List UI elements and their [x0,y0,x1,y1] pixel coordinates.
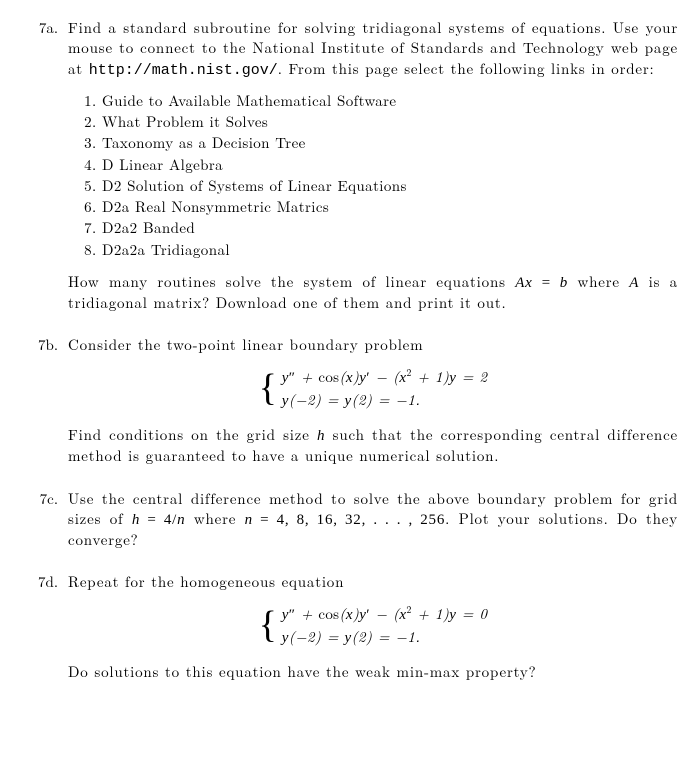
problem-body-7a: Find a standard subroutine for solving t… [68,18,678,323]
sys-lines-b: y″ + cos(x)y′ − (x2 + 1)y = 2 y(−2) = y(… [282,366,488,412]
p7a-math-axb: Ax = b [515,275,568,291]
p7a-intro: Find a standard subroutine for solving t… [68,18,678,81]
link-item-3: Taxonomy as a Decision Tree [102,133,678,153]
problem-label-7a: 7a. [22,18,68,323]
problem-label-7c: 7c. [22,489,68,561]
link-item-1: Guide to Available Mathematical Software [102,91,678,111]
sys-lines-d: y″ + cos(x)y′ − (x2 + 1)y = 0 y(−2) = y(… [282,603,488,649]
link-item-7: D2a2 Banded [102,218,678,238]
p7b-question: Find conditions on the grid size h such … [68,425,678,467]
p7b-eq1: y″ + cos(x)y′ − (x2 + 1)y = 2 [282,366,488,388]
p7d-equation-system: { y″ + cos(x)y′ − (x2 + 1)y = 0 y(−2) = … [68,603,678,649]
problem-body-7b: Consider the two-point linear boundary p… [68,335,678,476]
p7b-equation-system: { y″ + cos(x)y′ − (x2 + 1)y = 2 y(−2) = … [68,366,678,412]
problem-7d: 7d. Repeat for the homogeneous equation … [22,572,678,692]
link-item-4: D Linear Algebra [102,155,678,175]
problem-7c: 7c. Use the central difference method to… [22,489,678,561]
left-brace-icon: { [259,369,278,407]
p7a-q-b: where [568,271,629,292]
p7a-text1b: . From this page select the following li… [278,58,655,79]
problem-body-7d: Repeat for the homogeneous equation { y″… [68,572,678,692]
problem-7b: 7b. Consider the two-point linear bounda… [22,335,678,476]
p7a-q-a: How many routines solve the system of li… [68,271,515,292]
link-item-8: D2a2a Tridiagonal [102,240,678,260]
link-item-2: What Problem it Solves [102,112,678,132]
problem-label-7d: 7d. [22,572,68,692]
problem-7a: 7a. Find a standard subroutine for solvi… [22,18,678,323]
p7a-question: How many routines solve the system of li… [68,272,678,314]
p7c-question: Use the central difference method to sol… [68,489,678,551]
p7a-math-A: A [629,275,639,291]
p7c-b: where [185,508,244,529]
brace-system-b: { y″ + cos(x)y′ − (x2 + 1)y = 2 y(−2) = … [259,366,488,412]
p7c-math-h: h = 4/n [132,512,186,528]
p7b-intro: Consider the two-point linear boundary p… [68,335,678,355]
link-item-5: D2 Solution of Systems of Linear Equatio… [102,176,678,196]
p7d-intro: Repeat for the homogeneous equation [68,572,678,592]
left-brace-icon: { [259,606,278,644]
p7a-url: http://math.nist.gov/ [89,62,278,79]
p7b-eq2: y(−2) = y(2) = −1. [282,390,488,411]
p7c-math-n: n = 4, 8, 16, 32, . . . , 256 [245,512,446,528]
problem-label-7b: 7b. [22,335,68,476]
p7d-question: Do solutions to this equation have the w… [68,662,678,682]
p7d-eq1: y″ + cos(x)y′ − (x2 + 1)y = 0 [282,603,488,625]
link-item-6: D2a Real Nonsymmetric Matrics [102,197,678,217]
p7b-q-a: Find conditions on the grid size [68,424,317,445]
p7d-eq2: y(−2) = y(2) = −1. [282,627,488,648]
brace-system-d: { y″ + cos(x)y′ − (x2 + 1)y = 0 y(−2) = … [259,603,488,649]
problem-body-7c: Use the central difference method to sol… [68,489,678,561]
p7a-link-list: Guide to Available Mathematical Software… [68,91,678,260]
